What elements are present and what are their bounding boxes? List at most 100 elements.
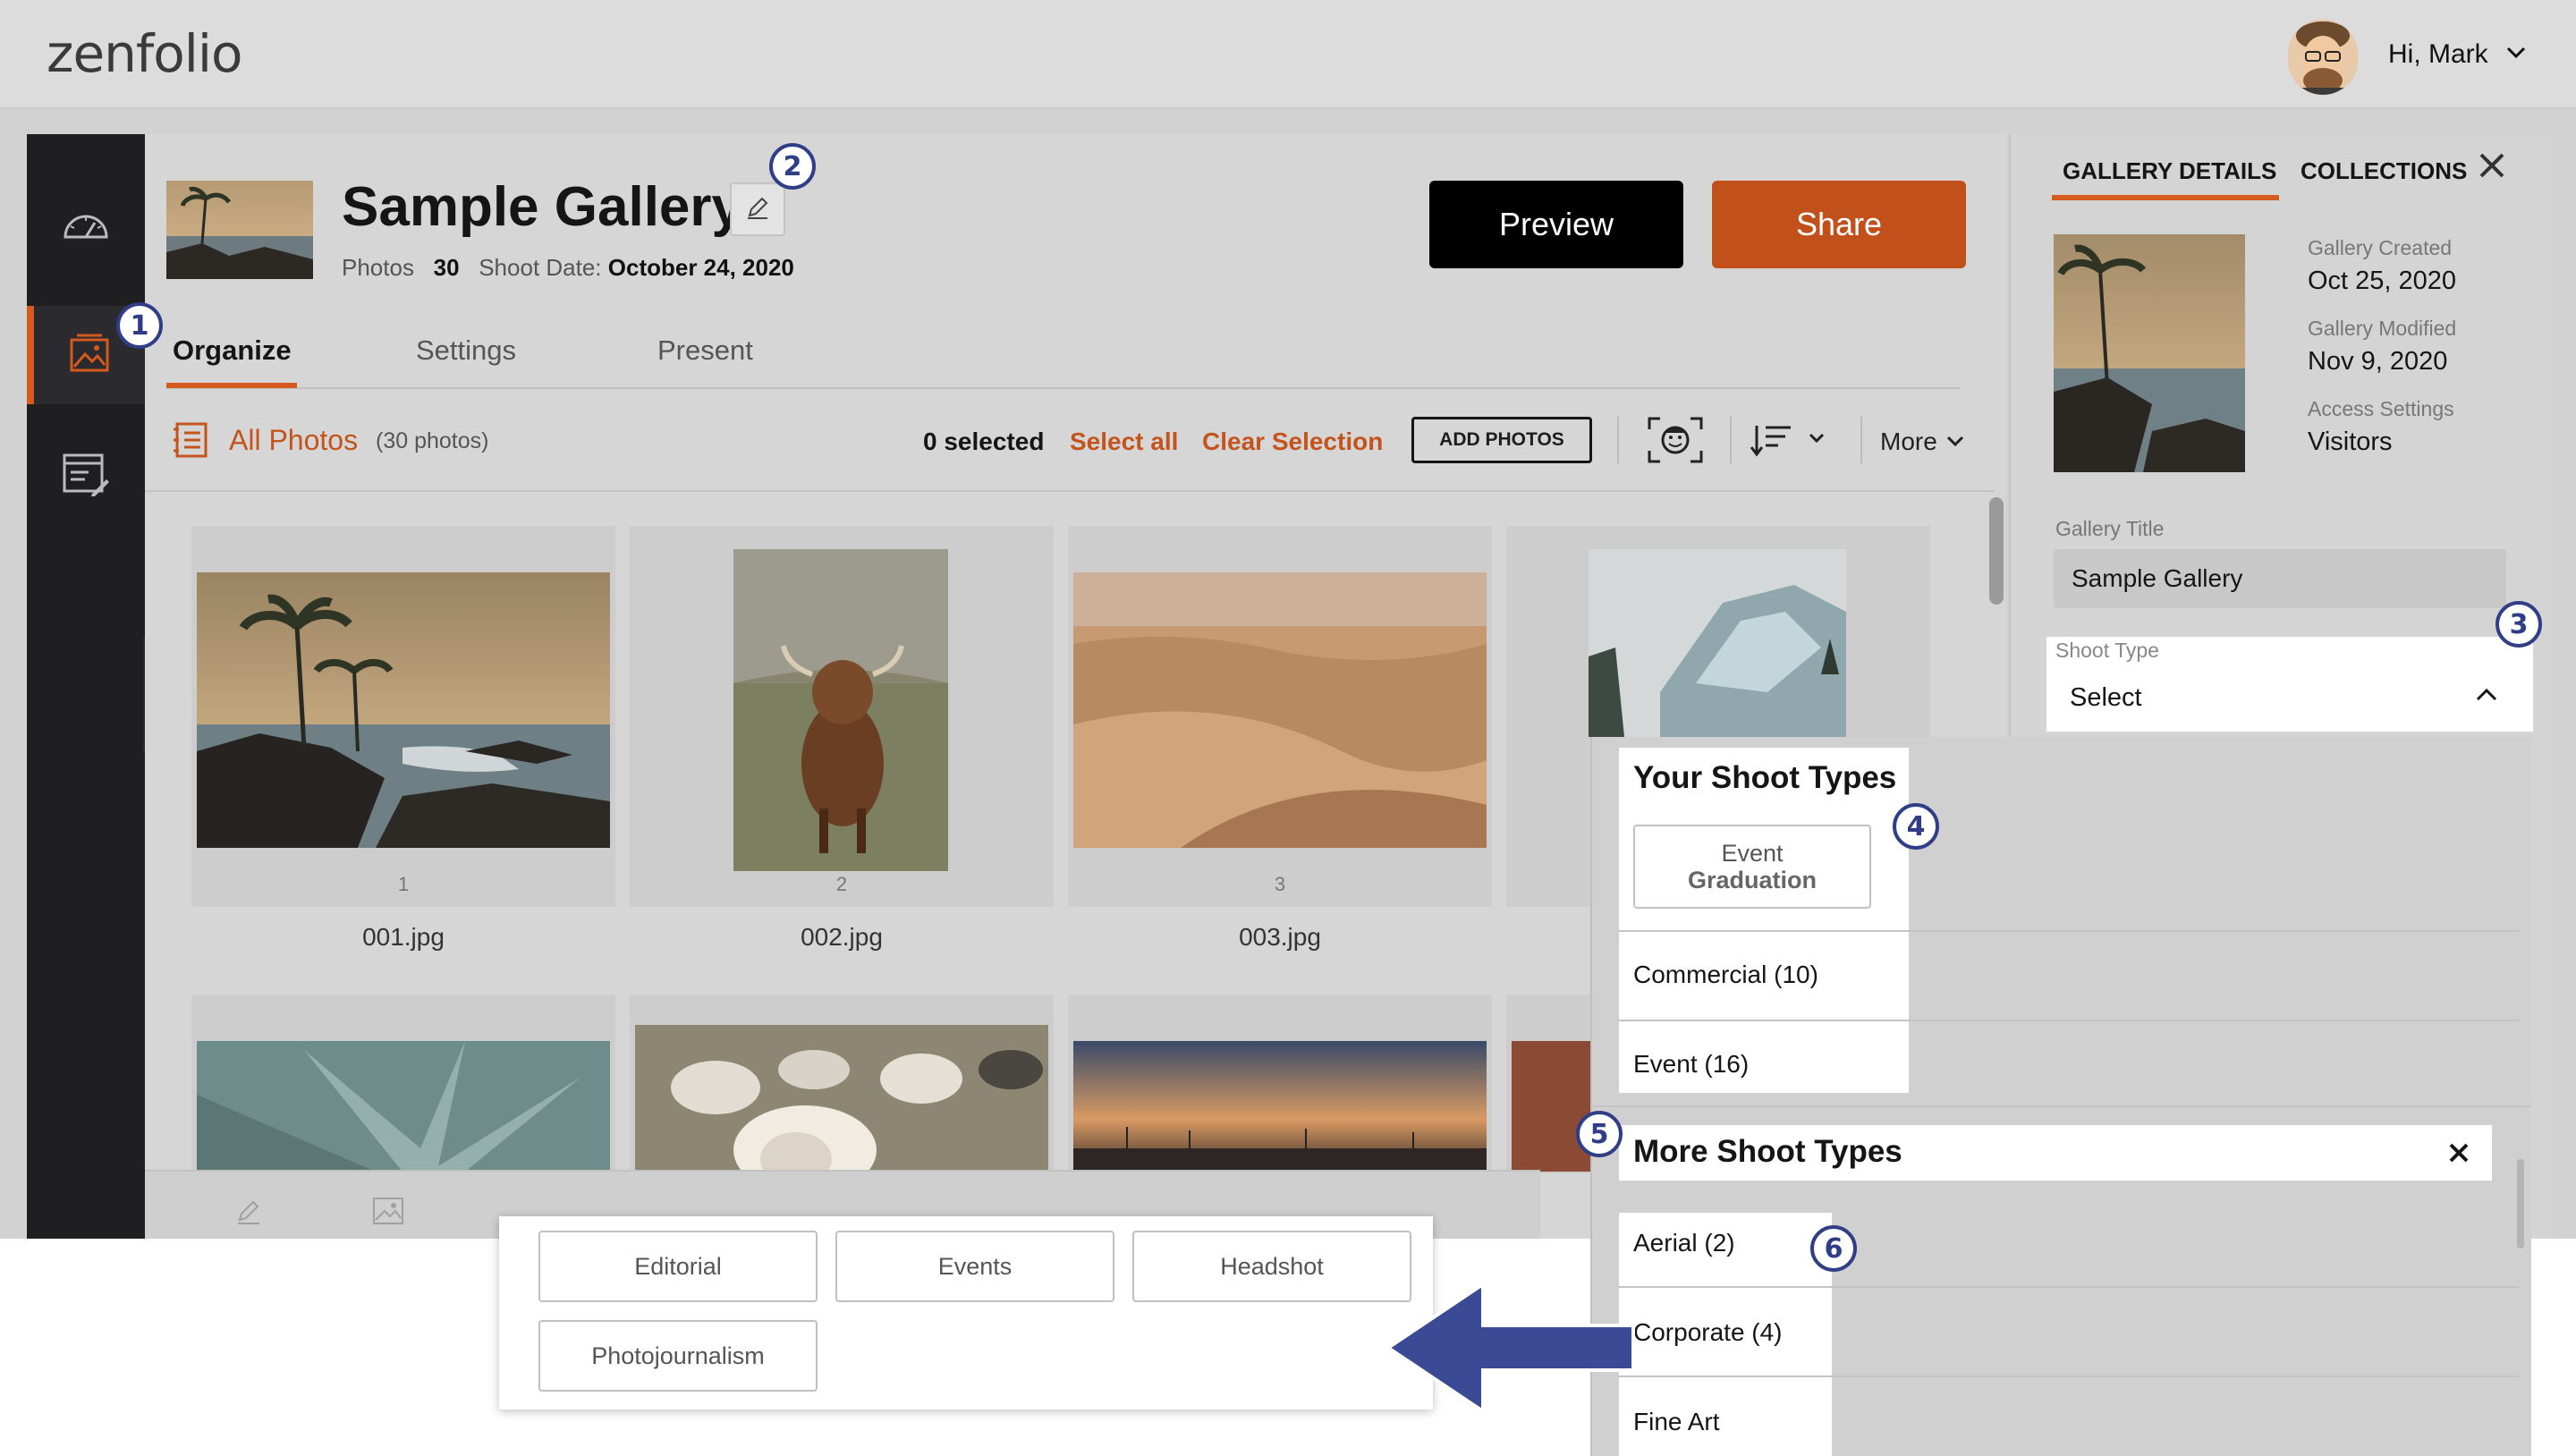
divider xyxy=(1619,1020,2519,1021)
callout-badge: 4 xyxy=(1893,803,1939,850)
close-icon[interactable] xyxy=(2447,1141,2470,1169)
photo-glacier[interactable] xyxy=(1589,549,1846,741)
shoot-type-option[interactable]: Event (16) xyxy=(1633,1050,1749,1079)
gallery-title: Sample Gallery xyxy=(342,176,743,238)
grid-scrollbar[interactable] xyxy=(1989,497,2004,605)
edit-title-button[interactable] xyxy=(730,182,785,236)
divider xyxy=(1619,1376,2519,1377)
gallery-modified-value: Nov 9, 2020 xyxy=(2308,347,2448,376)
photo-filename: 001.jpg xyxy=(362,923,445,951)
divider xyxy=(1619,1286,2519,1288)
callout-badge: 1 xyxy=(116,302,163,349)
face-recognition-icon[interactable] xyxy=(1648,417,1703,468)
photos-count: 30 xyxy=(433,254,460,281)
gallery-meta: Photos 30 Shoot Date: October 24, 2020 xyxy=(342,254,794,282)
add-photos-button[interactable]: ADD PHOTOS xyxy=(1411,417,1592,463)
active-tab-indicator xyxy=(2052,195,2279,200)
dashboard-button[interactable] xyxy=(27,177,145,275)
chevron-down-icon[interactable] xyxy=(2504,41,2528,71)
photo-partial[interactable] xyxy=(1512,1041,1596,1172)
website-edit-icon xyxy=(62,453,110,502)
share-button[interactable]: Share xyxy=(1712,181,1966,268)
photo-succulent[interactable] xyxy=(197,1041,610,1176)
tab-organize[interactable]: Organize xyxy=(173,334,292,367)
your-shoot-types-header: Your Shoot Types xyxy=(1633,760,1897,795)
gallery-title-input[interactable]: Sample Gallery xyxy=(2054,549,2506,608)
subtype-chip-headshot[interactable]: Headshot xyxy=(1132,1231,1411,1302)
subtype-chip-events[interactable]: Events xyxy=(835,1231,1114,1302)
chevron-up-icon[interactable] xyxy=(2474,683,2499,711)
user-greeting[interactable]: Hi, Mark xyxy=(2388,39,2488,70)
preview-button[interactable]: Preview xyxy=(1429,181,1683,268)
gallery-cover-thumbnail xyxy=(166,181,313,279)
dropdown-scrollbar[interactable] xyxy=(2517,1159,2524,1249)
selected-count: 0 selected xyxy=(923,427,1045,455)
shoot-type-option[interactable]: Commercial (10) xyxy=(1633,961,1818,989)
tab-collections[interactable]: COLLECTIONS xyxy=(2301,157,2467,185)
chip-category: Event xyxy=(1721,840,1784,867)
toolbar-divider xyxy=(1730,417,1732,463)
callout-badge: 5 xyxy=(1576,1111,1623,1157)
clear-selection-link[interactable]: Clear Selection xyxy=(1202,427,1383,456)
more-shoot-types-header: More Shoot Types xyxy=(1633,1134,1902,1169)
shoot-date-label: Shoot Date: xyxy=(479,254,602,281)
pencil-icon xyxy=(744,194,771,225)
chip-subtype: Graduation xyxy=(1687,867,1817,893)
photo-beach[interactable] xyxy=(197,572,610,852)
gallery-modified-label: Gallery Modified xyxy=(2308,317,2457,340)
photo-wind-farm-sunset[interactable] xyxy=(1073,1041,1487,1176)
gallery-created-label: Gallery Created xyxy=(2308,236,2453,259)
photo-count: (30 photos) xyxy=(376,428,489,453)
tab-settings[interactable]: Settings xyxy=(416,334,516,367)
divider xyxy=(1619,930,2519,932)
your-shoot-types-panel xyxy=(1619,748,1909,1093)
chevron-down-icon xyxy=(1945,427,1966,455)
avatar[interactable] xyxy=(2288,20,2358,95)
photo-filename: 003.jpg xyxy=(1239,923,1321,951)
subtype-chip-editorial[interactable]: Editorial xyxy=(538,1231,818,1302)
more-label: More xyxy=(1880,427,1937,455)
access-settings-label: Access Settings xyxy=(2308,397,2454,420)
active-tab-indicator xyxy=(166,383,297,388)
pointer-arrow xyxy=(1385,1281,1637,1419)
select-all-link[interactable]: Select all xyxy=(1070,427,1178,456)
photo-sheep[interactable] xyxy=(635,1025,1048,1195)
website-button[interactable] xyxy=(27,427,145,526)
toolbar-divider xyxy=(1617,417,1619,463)
pencil-icon[interactable] xyxy=(234,1197,263,1230)
toolbar-divider xyxy=(1860,417,1862,463)
top-bar xyxy=(0,0,2576,109)
all-photos-link[interactable]: All Photos xyxy=(229,424,358,457)
shoot-type-value: Select xyxy=(2070,683,2142,712)
subtype-chip-photojournalism[interactable]: Photojournalism xyxy=(538,1320,818,1392)
photo-desert-dunes[interactable] xyxy=(1073,572,1487,852)
close-icon[interactable] xyxy=(2478,148,2506,189)
shoot-type-option[interactable]: Aerial (2) xyxy=(1633,1229,1735,1257)
photo-number: 3 xyxy=(1274,873,1286,895)
dashboard-icon xyxy=(62,207,110,247)
sort-icon[interactable] xyxy=(1750,422,1830,462)
more-menu[interactable]: More xyxy=(1880,427,1966,456)
left-rail xyxy=(27,134,145,1239)
callout-badge: 6 xyxy=(1810,1225,1857,1272)
tab-present[interactable]: Present xyxy=(657,334,753,367)
photo-number: 1 xyxy=(397,873,410,895)
divider xyxy=(1590,1105,2531,1107)
tab-gallery-details[interactable]: GALLERY DETAILS xyxy=(2063,157,2276,185)
photo-number: 2 xyxy=(835,873,848,895)
callout-badge: 2 xyxy=(769,143,816,190)
image-icon[interactable] xyxy=(372,1197,404,1230)
access-settings-value: Visitors xyxy=(2308,427,2393,456)
zenfolio-logo[interactable]: zenfolio xyxy=(47,23,243,84)
photo-filename: 002.jpg xyxy=(801,923,883,951)
shoot-date: October 24, 2020 xyxy=(607,254,794,281)
gallery-created-value: Oct 25, 2020 xyxy=(2308,267,2457,295)
list-icon[interactable] xyxy=(172,420,211,464)
shoot-type-chip-event-graduation[interactable]: Event Graduation xyxy=(1633,825,1871,909)
photos-label: Photos xyxy=(342,254,414,281)
callout-badge: 3 xyxy=(2496,601,2542,648)
photo-highland-cow[interactable] xyxy=(733,549,948,876)
gallery-cover-preview xyxy=(2054,234,2245,472)
shoot-type-option[interactable]: Corporate (4) xyxy=(1633,1318,1783,1347)
shoot-type-option[interactable]: Fine Art xyxy=(1633,1408,1719,1436)
